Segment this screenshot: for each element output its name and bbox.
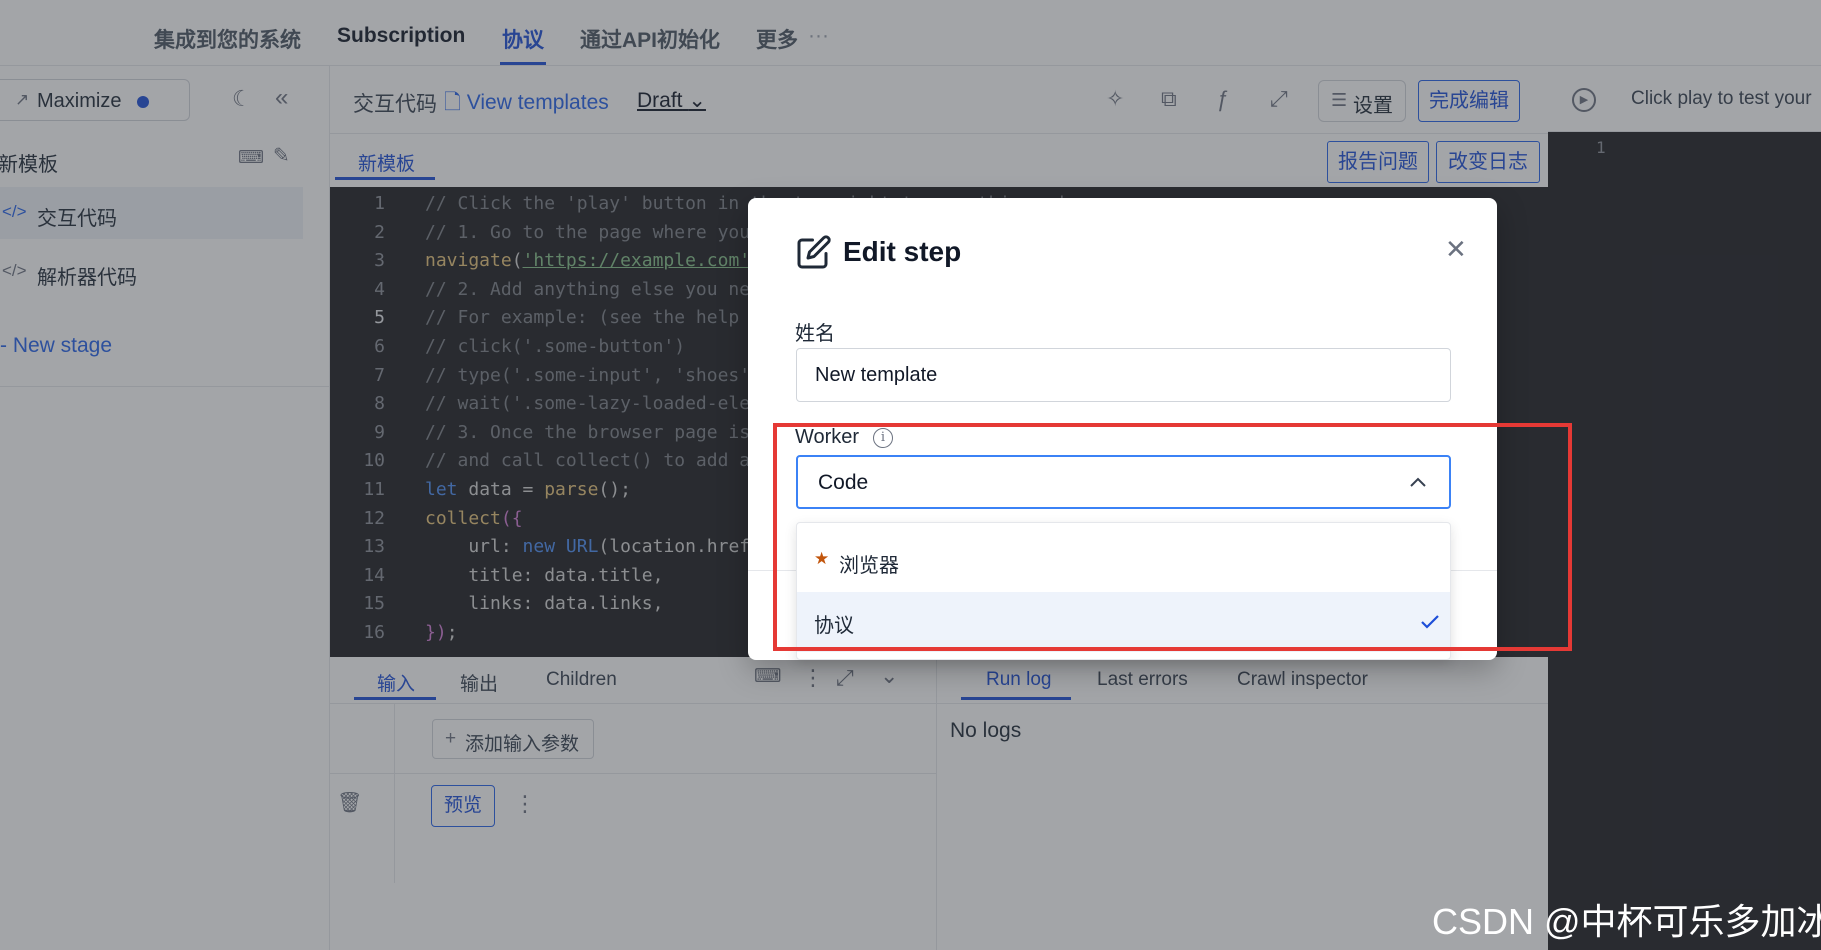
close-icon[interactable]: ✕ [1445,236,1467,262]
edit-icon [797,235,831,269]
watermark: CSDN @中杯可乐多加冰 [1432,901,1821,942]
name-field[interactable] [796,348,1451,402]
dialog-title: Edit step [843,236,962,267]
name-field-label: 姓名 [795,323,835,345]
highlight-annotation-box [773,423,1572,651]
